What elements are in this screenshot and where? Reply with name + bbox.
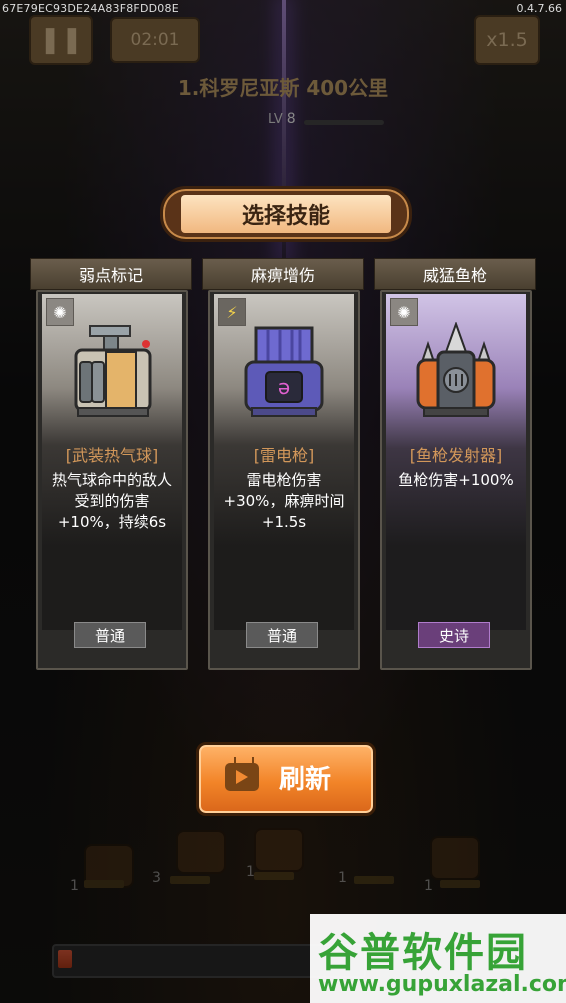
- weapon-name: [雷电枪]: [253, 446, 315, 465]
- skill-card-panel: ✺ [武装热气球] 热气球命中的敌人受到的伤害+10%，持续6s: [42, 294, 182, 630]
- pause-icon: ❚❚: [39, 25, 83, 55]
- timer-display: 02:01: [110, 17, 200, 63]
- rarity-badge: 普通: [74, 622, 146, 648]
- skill-description: 雷电枪伤害+30%，麻痹时间+1.5s: [223, 471, 345, 531]
- level-label: LV: [268, 112, 283, 127]
- select-skill-banner: 选择技能: [160, 186, 412, 242]
- refresh-label: 刷新: [279, 765, 332, 795]
- skill-card-body: ✺ [武装热气球] 热气球命中的敌人受到的伤害+10%，持续6s 普通: [36, 290, 188, 670]
- rarity-badge: 普通: [246, 622, 318, 648]
- watermark-title: 谷普软件园: [318, 930, 528, 976]
- skill-card-2[interactable]: 麻痹增伤 ⚡ ə [雷电枪] 雷电枪伤害+30%，麻痹时间+1.5s 普通: [202, 258, 364, 670]
- skill-card-body: ⚡ ə [雷电枪] 雷电枪伤害+30%，麻痹时间+1.5s 普通: [208, 290, 360, 670]
- video-ad-icon: [225, 763, 259, 791]
- harpoon-launcher-icon: [416, 322, 496, 417]
- speed-button[interactable]: x1.5: [474, 15, 540, 65]
- skill-card-panel: ⚡ ə [雷电枪] 雷电枪伤害+30%，麻痹时间+1.5s: [214, 294, 354, 630]
- weapon-name: [武装热气球]: [65, 446, 159, 465]
- skill-card-header: 弱点标记: [30, 258, 192, 290]
- select-skill-title: 选择技能: [181, 195, 391, 233]
- skill-description: 热气球命中的敌人受到的伤害+10%，持续6s: [51, 471, 172, 531]
- skill-card-body: ✺ [鱼枪发射器] 鱼枪伤害+100% 史诗: [380, 290, 532, 670]
- stage-title: 1.科罗尼亚斯 400公里: [177, 76, 389, 100]
- debug-id: 67E79EC93DE24A83F8FDD08E: [2, 2, 179, 15]
- watermark: 谷普软件园 www.gupuxlazal.com: [310, 914, 566, 1003]
- skill-card-3[interactable]: 威猛鱼枪 ✺ [鱼枪发射器] 鱼枪伤害+100% 史诗: [374, 258, 536, 670]
- level-indicator: LV 8: [268, 111, 296, 127]
- skill-card-1[interactable]: 弱点标记 ✺ [武装热气球] 热气球命中的敌人受到的伤害+10%，持续6s 普通: [30, 258, 192, 670]
- lightning-gun-icon: ə: [244, 326, 324, 417]
- level-value: 8: [286, 111, 296, 127]
- watermark-url: www.gupuxlazal.com: [318, 972, 566, 997]
- version-label: 0.4.7.66: [516, 2, 562, 15]
- skill-card-header: 威猛鱼枪: [374, 258, 536, 290]
- skill-card-panel: ✺ [鱼枪发射器] 鱼枪伤害+100%: [386, 294, 526, 630]
- balloon-weapon-icon: [74, 325, 152, 417]
- skill-card-header: 麻痹增伤: [202, 258, 364, 290]
- pause-button[interactable]: ❚❚: [29, 15, 93, 65]
- rarity-badge: 史诗: [418, 622, 490, 648]
- svg-text:ə: ə: [278, 375, 290, 399]
- skill-description: 鱼枪伤害+100%: [398, 471, 514, 489]
- weapon-name: [鱼枪发射器]: [409, 446, 503, 465]
- level-progress-bar: [304, 120, 384, 125]
- refresh-button[interactable]: 刷新: [196, 742, 376, 816]
